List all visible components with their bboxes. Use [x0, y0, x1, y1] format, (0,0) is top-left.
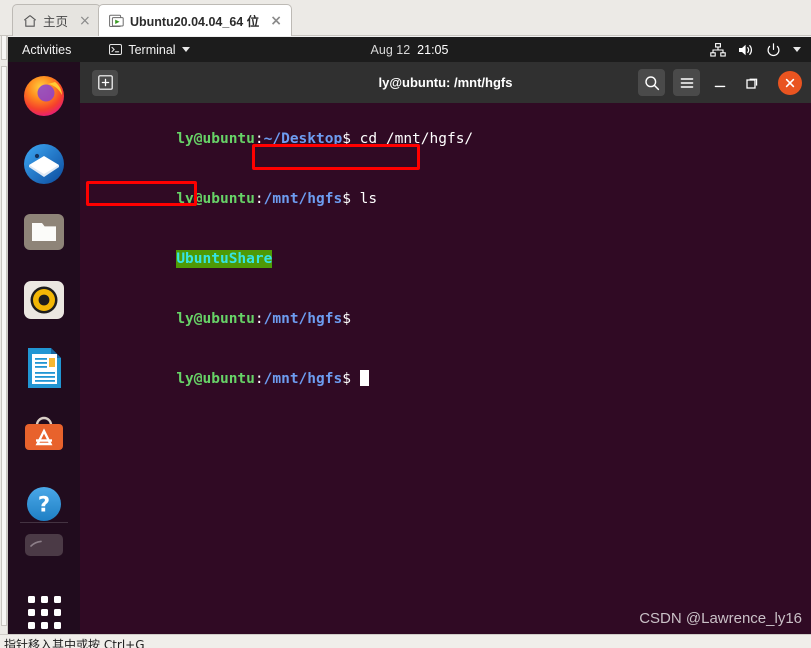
maximize-icon — [746, 78, 758, 89]
terminal-cursor — [359, 370, 369, 386]
dock-item-thunderbird[interactable] — [8, 130, 80, 198]
vmware-status-bar: 指针移入其中或按 Ctrl+G — [0, 634, 811, 648]
home-icon — [23, 14, 37, 28]
dock-items: ? — [8, 62, 80, 538]
terminal-window: ly@ubuntu: /mnt/hgfs ly@ubuntu:~/Desktop… — [80, 62, 811, 634]
tray-chevron-down-icon[interactable] — [793, 47, 801, 52]
volume-icon[interactable] — [738, 43, 754, 57]
terminal-icon — [109, 44, 123, 55]
clock[interactable]: Aug 12 21:05 — [371, 43, 449, 57]
prompt-path: /mnt/hgfs — [263, 191, 343, 207]
system-tray[interactable] — [710, 42, 801, 57]
vmware-tab-home-label: 主页 — [43, 15, 69, 29]
terminal-output-area[interactable]: ly@ubuntu:~/Desktop$ cd /mnt/hgfs/ ly@ub… — [80, 103, 811, 634]
prompt-dollar: $ — [342, 191, 360, 207]
terminal-line: ly@ubuntu:/mnt/hgfs$ — [80, 289, 811, 349]
prompt-path: ~/Desktop — [263, 131, 343, 147]
sidebar-segment-library — [1, 66, 7, 626]
prompt-user: ly@ubuntu — [176, 191, 255, 207]
app-menu-terminal[interactable]: Terminal — [109, 42, 190, 57]
screenshot-root: 主页 × Ubuntu20.04.04_64 位 × Activities Te… — [0, 0, 811, 648]
prompt-user: ly@ubuntu — [176, 131, 255, 147]
hamburger-menu-icon — [680, 77, 693, 88]
vmware-tab-bar: 主页 × Ubuntu20.04.04_64 位 × — [0, 0, 811, 36]
search-icon — [644, 75, 659, 90]
terminal-titlebar: ly@ubuntu: /mnt/hgfs — [80, 62, 811, 103]
svg-text:?: ? — [38, 493, 50, 517]
prompt-dollar: $ — [342, 311, 351, 327]
power-icon[interactable] — [766, 42, 781, 57]
terminal-title: ly@ubuntu: /mnt/hgfs — [378, 75, 513, 90]
prompt-colon: : — [254, 131, 264, 147]
prompt-colon: : — [254, 311, 264, 327]
vm-power-icon — [109, 14, 124, 28]
directory-listing-entry: UbuntuShare — [176, 250, 273, 268]
terminal-window-controls — [638, 69, 802, 96]
prompt-path: /mnt/hgfs — [263, 371, 343, 387]
dock-item-rhythmbox[interactable] — [8, 266, 80, 334]
vmware-tab-ubuntu-vm-label: Ubuntu20.04.04_64 位 — [130, 15, 260, 29]
activities-button[interactable]: Activities — [22, 43, 71, 57]
dock-item-trash[interactable] — [8, 530, 80, 586]
chevron-down-icon — [181, 47, 190, 52]
clock-time: 21:05 — [417, 42, 449, 57]
vmware-tab-home-close-icon[interactable]: × — [79, 14, 91, 28]
close-icon — [785, 78, 795, 87]
vmware-tab-ubuntu-vm-close-icon[interactable]: × — [270, 14, 282, 28]
watermark: CSDN @Lawrence_ly16 — [639, 610, 802, 627]
app-grid-icon — [27, 595, 61, 629]
terminal-line-active: ly@ubuntu:/mnt/hgfs$ — [80, 349, 811, 409]
search-button[interactable] — [638, 69, 665, 96]
vmware-status-text: 指针移入其中或按 Ctrl+G — [4, 638, 145, 648]
dock-item-files[interactable] — [8, 198, 80, 266]
prompt-dollar: $ — [342, 131, 360, 147]
terminal-line: ly@ubuntu:/mnt/hgfs$ ls — [80, 169, 811, 229]
dock-item-firefox[interactable] — [8, 62, 80, 130]
dock-item-help[interactable]: ? — [8, 470, 80, 538]
prompt-path: /mnt/hgfs — [263, 311, 343, 327]
terminal-command: ls — [359, 191, 378, 207]
new-tab-icon[interactable] — [92, 69, 118, 96]
guest-screen: Activities Terminal Aug 12 21:05 ? ly@ub… — [8, 37, 811, 634]
minimize-button[interactable] — [708, 71, 732, 95]
show-applications-button[interactable] — [8, 590, 80, 634]
clock-date: Aug 12 — [370, 42, 411, 57]
dock-separator — [20, 522, 68, 523]
gnome-top-bar: Activities Terminal Aug 12 21:05 — [8, 37, 811, 62]
prompt-user: ly@ubuntu — [176, 371, 255, 387]
dock-item-ubuntu-software[interactable] — [8, 402, 80, 470]
vmware-left-sidebar — [0, 0, 8, 648]
terminal-line: UbuntuShare — [80, 229, 811, 289]
menu-button[interactable] — [673, 69, 700, 96]
close-button[interactable] — [778, 70, 802, 95]
terminal-line: ly@ubuntu:~/Desktop$ cd /mnt/hgfs/ — [80, 109, 811, 169]
minimize-icon — [714, 85, 726, 87]
prompt-dollar: $ — [342, 371, 360, 387]
prompt-colon: : — [254, 371, 264, 387]
app-menu-label: Terminal — [128, 42, 176, 57]
dock-item-libreoffice-writer[interactable] — [8, 334, 80, 402]
terminal-command: cd /mnt/hgfs/ — [359, 131, 474, 147]
network-icon[interactable] — [710, 42, 726, 57]
maximize-button[interactable] — [740, 71, 764, 95]
prompt-colon: : — [254, 191, 264, 207]
ubuntu-dock: ? — [8, 62, 80, 634]
vmware-tab-home[interactable]: 主页 × — [12, 4, 101, 36]
prompt-user: ly@ubuntu — [176, 311, 255, 327]
vmware-tab-ubuntu-vm[interactable]: Ubuntu20.04.04_64 位 × — [98, 4, 292, 36]
